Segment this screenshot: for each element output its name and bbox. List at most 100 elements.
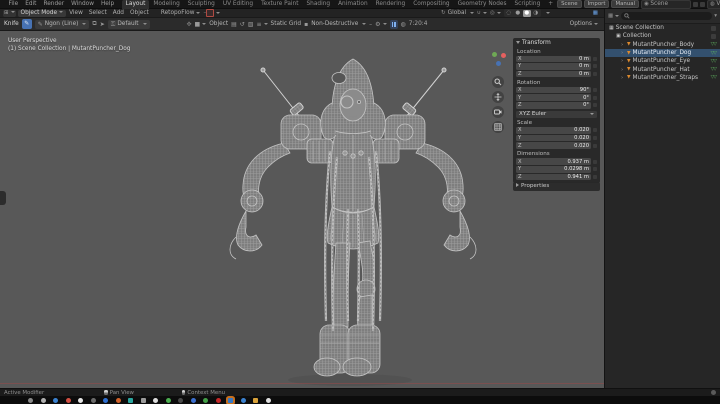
axis-y-dot[interactable] [492, 52, 497, 57]
grid-icon[interactable]: ▤ [231, 21, 237, 28]
animate-icon[interactable] [593, 88, 597, 93]
menu-object[interactable]: Object [127, 10, 152, 16]
animate-icon[interactable] [593, 71, 597, 76]
options-dropdown[interactable]: Options [570, 21, 600, 27]
animate-icon[interactable] [593, 103, 597, 108]
animate-icon[interactable] [593, 159, 597, 164]
add-workspace-tab[interactable]: + [544, 0, 557, 9]
layers-icon[interactable]: ▪ [304, 21, 308, 28]
preset-selector[interactable]: ⚿ Default [107, 19, 150, 29]
taskbar-icon[interactable] [178, 397, 183, 403]
toolbar-expand-tab[interactable] [0, 191, 6, 205]
move-icon[interactable]: ✥ [187, 21, 192, 28]
properties-collapsed-panel[interactable]: Properties [513, 182, 600, 191]
grid-mode-icon[interactable]: ≡ [256, 21, 267, 28]
animate-icon[interactable] [593, 64, 597, 69]
animate-icon[interactable] [593, 56, 597, 61]
tab-shading[interactable]: Shading [303, 0, 335, 9]
scene-selector[interactable]: ◉ Scene [641, 0, 692, 9]
menu-help[interactable]: Help [97, 1, 117, 7]
animate-icon[interactable] [593, 95, 597, 100]
taskbar-icon[interactable] [265, 397, 271, 403]
rotation-y-field[interactable]: Y 0° [516, 94, 591, 101]
mode-selector[interactable]: Object Mode [17, 9, 67, 17]
tab-scripting[interactable]: Scripting [510, 0, 544, 9]
visibility-toggle-icon[interactable]: ▽▽ [711, 75, 717, 80]
taskbar-icon[interactable] [165, 397, 171, 403]
status-notification-icon[interactable] [711, 390, 716, 395]
dimensions-y-field[interactable]: Y 0.0298 m [516, 165, 591, 173]
axis-x-dot[interactable] [501, 53, 506, 58]
animate-icon[interactable] [593, 143, 597, 148]
expand-arrow-icon[interactable]: › [621, 67, 625, 73]
taskbar-icon[interactable] [90, 397, 96, 403]
location-z-field[interactable]: Z0 m [516, 70, 591, 78]
scale-z-field[interactable]: Z 0.020 [516, 142, 591, 149]
shading-wireframe-icon[interactable]: ◌ [505, 10, 513, 17]
rotation-x-field[interactable]: X 90° [516, 86, 591, 94]
outliner-row-hat[interactable]: › ▼ MutantPuncher_Hat ▽▽ [605, 65, 720, 73]
outliner-row-straps[interactable]: › ▼ MutantPuncher_Straps ▽▽ [605, 74, 720, 82]
animate-icon[interactable] [593, 128, 597, 133]
retopoflow-menu[interactable]: RetopoFlow [158, 10, 204, 16]
tab-texture-paint[interactable]: Texture Paint [257, 0, 302, 9]
red-slot-icon[interactable] [206, 9, 215, 17]
tab-modeling[interactable]: Modeling [149, 0, 183, 9]
symmetry-icon[interactable]: ▧ [248, 21, 254, 28]
dimensions-x-field[interactable]: X 0.937 m [516, 158, 591, 165]
scale-y-field[interactable]: Y 0.020 [516, 134, 591, 142]
destructive-mode-selector[interactable]: Non-Destructive [311, 21, 366, 27]
taskbar-icon[interactable] [140, 397, 146, 403]
menu-render[interactable]: Render [40, 1, 68, 7]
axis-gizmo[interactable] [489, 52, 507, 70]
cursor-icon[interactable]: ➤ [100, 21, 105, 28]
axis-z-dot[interactable] [496, 61, 501, 66]
taskbar-icon[interactable] [115, 397, 121, 403]
taskbar-icon[interactable] [78, 397, 83, 403]
dimensions-z-field[interactable]: Z 0.941 m [516, 173, 591, 181]
taskbar-icon[interactable] [40, 397, 46, 403]
menu-window[interactable]: Window [68, 1, 98, 7]
expand-arrow-icon[interactable]: › [621, 58, 625, 64]
zoom-view-button[interactable] [492, 76, 504, 88]
outliner-search-input[interactable] [621, 12, 713, 20]
exclude-checkbox[interactable] [711, 25, 716, 31]
rotation-z-field[interactable]: Z 0° [516, 101, 591, 109]
red-slot-dropdown[interactable] [214, 10, 220, 16]
tab-animation[interactable]: Animation [334, 0, 372, 9]
manual-button[interactable]: Manual [611, 0, 640, 8]
expand-arrow-icon[interactable]: › [621, 50, 625, 56]
orientation-selector[interactable]: ↻ Global [441, 10, 474, 16]
menu-select[interactable]: Select [86, 10, 110, 16]
location-y-field[interactable]: Y0 m [516, 63, 591, 70]
gear-icon[interactable]: ⚙ [375, 21, 386, 28]
taskbar-icon[interactable] [128, 397, 133, 403]
clipboard-icon[interactable]: ⧉ [92, 20, 96, 28]
taskbar-icon[interactable] [215, 397, 221, 403]
editor-type-icon[interactable]: ⊞ [3, 9, 16, 17]
taskbar-icon[interactable] [65, 397, 71, 403]
tab-compositing[interactable]: Compositing [409, 0, 453, 9]
location-x-field[interactable]: X0 m [516, 55, 591, 63]
pan-view-button[interactable] [492, 91, 504, 103]
scene-button[interactable]: Scene [557, 0, 582, 8]
knife-tool-icon[interactable]: ✎ [21, 19, 32, 29]
expand-arrow-icon[interactable]: › [621, 42, 625, 48]
overlay-toggle-icon[interactable]: ▦ [593, 10, 598, 16]
taskbar-icon-blender-active[interactable] [228, 397, 233, 403]
tab-geometry-nodes[interactable]: Geometry Nodes [454, 0, 511, 9]
taskbar-icon[interactable] [203, 397, 208, 403]
taskbar-icon[interactable] [53, 397, 58, 403]
tab-rendering[interactable]: Rendering [372, 0, 410, 9]
taskbar-icon[interactable] [153, 397, 158, 403]
animate-icon[interactable] [593, 174, 597, 179]
menu-file[interactable]: File [5, 1, 22, 7]
outliner-row-scene-collection[interactable]: ▦ Scene Collection [605, 24, 720, 32]
view-layer-selector[interactable]: ◍ ViewLayer [707, 0, 720, 9]
tab-sculpting[interactable]: Sculpting [184, 0, 219, 9]
rotation-mode-dropdown[interactable]: XYZ Euler [516, 110, 597, 118]
outliner-row-collection[interactable]: ▣ Collection [605, 32, 720, 40]
snap-magnet-icon[interactable]: ∪ [477, 10, 487, 16]
unlink-scene-button[interactable] [700, 1, 706, 7]
ortho-toggle-button[interactable] [492, 121, 504, 133]
